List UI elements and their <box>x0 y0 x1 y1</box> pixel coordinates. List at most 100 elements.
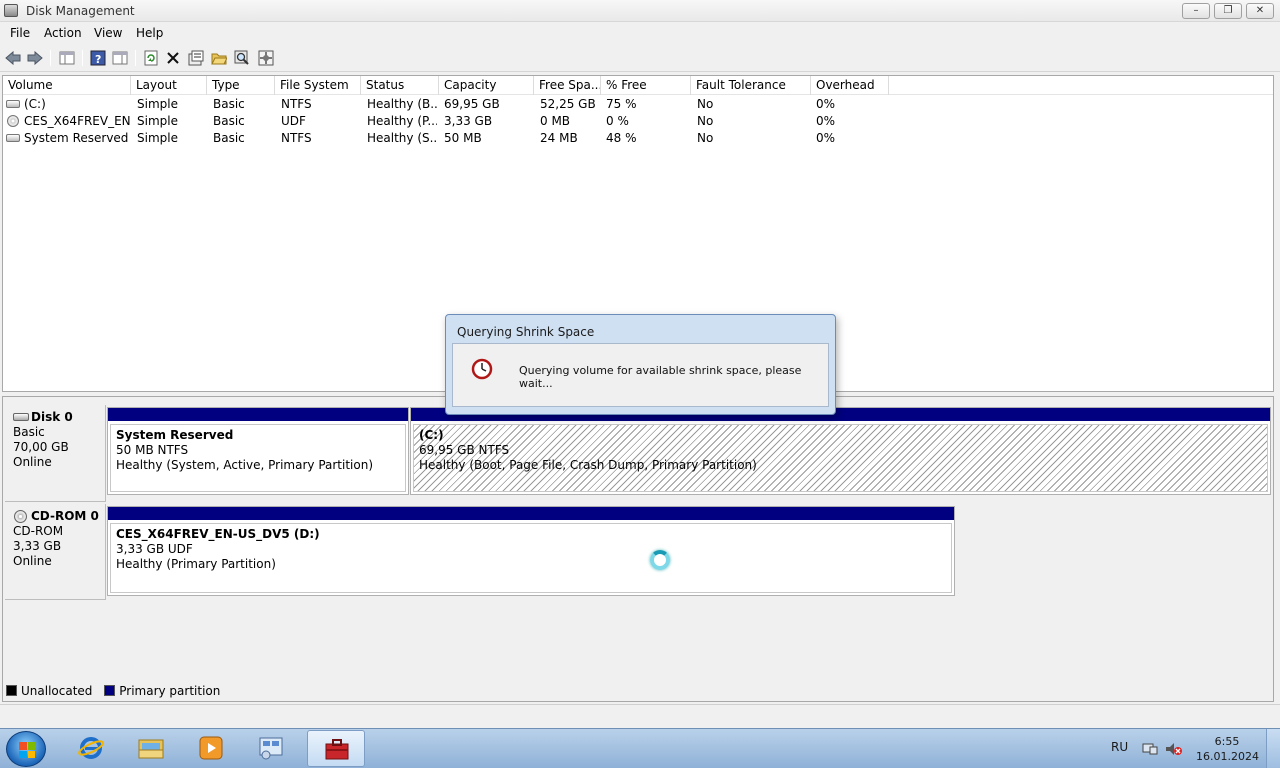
taskbar-disk-management[interactable] <box>307 730 365 767</box>
cell-status: Healthy (S... <box>367 131 437 145</box>
partition-d[interactable]: CES_X64FREV_EN-US_DV5 (D:) 3,33 GB UDF H… <box>107 506 955 596</box>
partition-size: 69,95 GB NTFS <box>419 443 510 457</box>
taskbar-media-player[interactable] <box>182 730 240 767</box>
language-indicator[interactable]: RU <box>1111 740 1128 754</box>
menu-bar: File Action View Help <box>0 22 1280 44</box>
disk-size: 70,00 GB <box>13 440 69 454</box>
menu-file[interactable]: File <box>10 26 30 40</box>
querying-shrink-dialog: Querying Shrink Space Querying volume fo… <box>445 314 836 415</box>
column-percent-free[interactable]: % Free <box>601 76 691 95</box>
taskbar-windows-explorer[interactable] <box>122 730 180 767</box>
column-fault-tolerance[interactable]: Fault Tolerance <box>691 76 811 95</box>
column-overhead[interactable]: Overhead <box>811 76 889 95</box>
menu-view[interactable]: View <box>94 26 122 40</box>
column-file-system[interactable]: File System <box>275 76 361 95</box>
delete-icon[interactable] <box>164 49 182 67</box>
cell-overhead: 0% <box>816 114 836 128</box>
hard-drive-icon <box>6 100 20 108</box>
clock-icon <box>471 358 493 380</box>
console-tree-icon[interactable] <box>58 49 76 67</box>
column-status[interactable]: Status <box>361 76 439 95</box>
taskbar: RU 6:55 16.01.2024 <box>0 728 1280 768</box>
volume-row-c[interactable]: (C:) Simple Basic NTFS Healthy (B... 69,… <box>3 96 1273 113</box>
open-icon[interactable] <box>210 49 228 67</box>
column-layout[interactable]: Layout <box>131 76 207 95</box>
partition-name: System Reserved <box>116 428 234 442</box>
cell-type: Basic <box>213 97 245 111</box>
close-button[interactable]: ✕ <box>1246 3 1274 19</box>
properties-pane-icon[interactable] <box>111 49 129 67</box>
cell-overhead: 0% <box>816 131 836 145</box>
toolbar-separator <box>82 50 83 66</box>
partition-size: 50 MB NTFS <box>116 443 189 457</box>
refresh-icon[interactable] <box>142 49 160 67</box>
minimize-button[interactable]: – <box>1182 3 1210 19</box>
cell-fault-tolerance: No <box>697 114 714 128</box>
taskbar-control-panel[interactable] <box>242 730 300 767</box>
volume-row-cd[interactable]: CES_X64FREV_EN-... Simple Basic UDF Heal… <box>3 113 1273 130</box>
folder-icon <box>138 739 164 759</box>
show-desktop-button[interactable] <box>1266 729 1280 768</box>
busy-spinner-icon <box>650 550 670 570</box>
restore-button[interactable]: ❐ <box>1214 3 1242 19</box>
partition-c[interactable]: (C:) 69,95 GB NTFS Healthy (Boot, Page F… <box>410 407 1271 495</box>
close-icon: ✕ <box>1255 5 1265 16</box>
help-icon[interactable]: ? <box>89 49 107 67</box>
cd-drive-icon <box>7 115 19 127</box>
settings-icon[interactable] <box>257 49 275 67</box>
control-panel-icon <box>259 737 283 760</box>
media-player-icon <box>199 736 223 760</box>
legend-unallocated: Unallocated <box>21 684 93 698</box>
column-volume[interactable]: Volume <box>3 76 131 95</box>
legend-primary: Primary partition <box>119 684 221 698</box>
window-title: Disk Management <box>26 4 135 18</box>
cell-layout: Simple <box>137 114 178 128</box>
column-type[interactable]: Type <box>207 76 275 95</box>
menu-action[interactable]: Action <box>44 26 82 40</box>
dialog-message: Querying volume for available shrink spa… <box>519 364 802 390</box>
column-free-space[interactable]: Free Spa... <box>534 76 601 95</box>
disk-name: CD-ROM 0 <box>31 509 99 523</box>
properties-icon[interactable] <box>187 49 205 67</box>
disk-name: Disk 0 <box>31 410 73 424</box>
primary-swatch <box>104 685 116 696</box>
windows-logo-icon <box>19 742 35 758</box>
disk-kind: Basic <box>13 425 45 439</box>
primary-partition-bar <box>108 507 954 520</box>
status-bar <box>0 704 1280 726</box>
cell-file-system: NTFS <box>281 131 312 145</box>
disk-state: Online <box>13 554 52 568</box>
cell-percent-free: 48 % <box>606 131 637 145</box>
dialog-title: Querying Shrink Space <box>457 325 595 339</box>
primary-partition-bar <box>108 408 408 421</box>
volume-row-system-reserved[interactable]: System Reserved Simple Basic NTFS Health… <box>3 130 1273 147</box>
cell-type: Basic <box>213 131 245 145</box>
disk-0-label[interactable]: Disk 0 Basic 70,00 GB Online <box>5 405 106 502</box>
cell-overhead: 0% <box>816 97 836 111</box>
column-capacity[interactable]: Capacity <box>439 76 534 95</box>
start-button[interactable] <box>6 731 46 767</box>
partition-status: Healthy (System, Active, Primary Partiti… <box>116 458 374 472</box>
explore-icon[interactable] <box>233 49 251 67</box>
disk-graphical-view: Disk 0 Basic 70,00 GB Online System Rese… <box>2 396 1274 702</box>
taskbar-internet-explorer[interactable] <box>62 730 120 767</box>
system-clock[interactable]: 6:55 16.01.2024 <box>1196 734 1259 764</box>
unallocated-swatch <box>6 685 17 696</box>
cell-file-system: NTFS <box>281 97 312 111</box>
legend: Unallocated Primary partition <box>6 684 220 698</box>
forward-icon[interactable] <box>26 49 44 67</box>
partition-name: (C:) <box>419 428 444 442</box>
dialog-body: Querying volume for available shrink spa… <box>452 343 829 407</box>
restore-icon: ❐ <box>1223 5 1233 16</box>
network-icon[interactable] <box>1142 742 1158 759</box>
partition-system-reserved[interactable]: System Reserved 50 MB NTFS Healthy (Syst… <box>107 407 409 495</box>
volume-muted-icon[interactable] <box>1165 742 1183 759</box>
cell-layout: Simple <box>137 97 178 111</box>
disk-state: Online <box>13 455 52 469</box>
back-icon[interactable] <box>4 49 22 67</box>
cdrom-0-label[interactable]: CD-ROM 0 CD-ROM 3,33 GB Online <box>5 504 106 600</box>
toolbox-icon <box>325 739 349 760</box>
disk-management-app-icon <box>4 4 18 17</box>
cell-volume: CES_X64FREV_EN-... <box>24 114 130 128</box>
menu-help[interactable]: Help <box>136 26 163 40</box>
